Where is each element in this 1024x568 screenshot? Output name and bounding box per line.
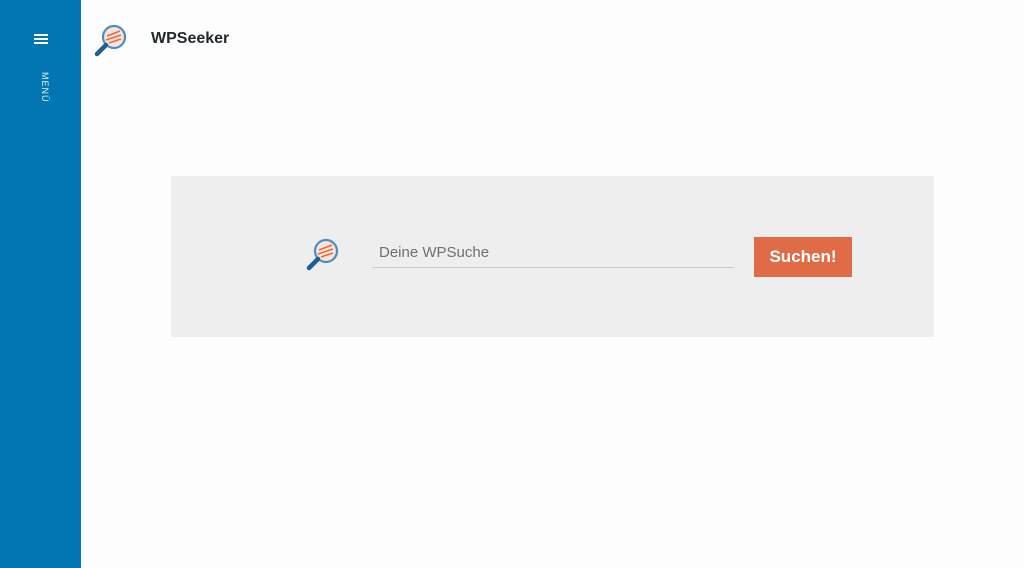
- menu-label[interactable]: MENÜ: [30, 72, 50, 103]
- search-input[interactable]: [372, 238, 734, 268]
- search-panel: Suchen!: [171, 176, 934, 337]
- magnifier-logo-icon: [306, 238, 339, 271]
- sidebar: MENÜ: [0, 0, 81, 568]
- magnifier-logo-icon[interactable]: [92, 21, 130, 59]
- search-button[interactable]: Suchen!: [754, 237, 852, 277]
- site-title[interactable]: WPSeeker: [151, 30, 229, 48]
- hamburger-icon[interactable]: [34, 34, 48, 45]
